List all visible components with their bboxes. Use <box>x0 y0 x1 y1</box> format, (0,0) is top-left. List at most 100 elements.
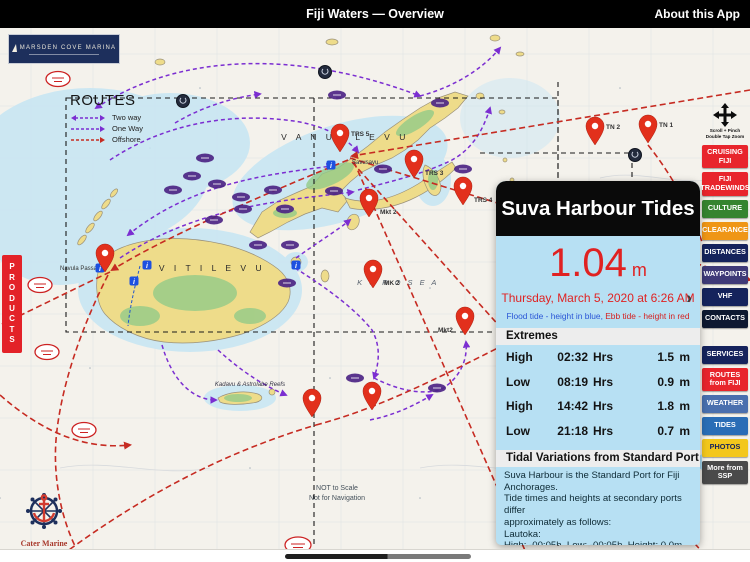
sidebar-button-distances[interactable]: DISTANCES <box>702 244 748 262</box>
legend-label: Offshore <box>112 135 141 144</box>
map-pin <box>303 389 321 417</box>
sidebar-menu: Scroll + Pinch Double Tap Zoom CRUISING … <box>702 102 748 484</box>
products-letter: T <box>10 325 15 335</box>
extreme-hrs-label: Hrs <box>593 375 613 389</box>
about-this-app-button[interactable]: About this App <box>654 7 740 21</box>
zoom-hint-line2: Double Tap Zoom <box>706 134 744 140</box>
svg-text:TRS 4: TRS 4 <box>474 197 493 204</box>
sidebar-button-tides[interactable]: TIDES <box>702 417 748 435</box>
svg-text:Mkt 2: Mkt 2 <box>380 209 397 216</box>
extreme-type: Low <box>506 375 550 389</box>
two-way-arrow-icon <box>70 114 106 122</box>
extreme-type: High <box>506 350 550 364</box>
legend-label: One Way <box>112 124 143 133</box>
map-pin: TRS 4 <box>454 177 493 205</box>
map-pin: Mkt2 <box>438 307 474 335</box>
map-pin: TN 2 <box>586 117 620 145</box>
extreme-row: Low08:19Hrs0.9m <box>496 370 700 395</box>
chevron-right-icon[interactable]: › <box>686 288 692 308</box>
svg-text:Mkt2: Mkt2 <box>438 327 453 334</box>
products-letter: U <box>9 304 15 314</box>
one-way-arrow-icon <box>70 125 106 133</box>
marina-name: MARSDEN COVE MARINA <box>20 45 116 51</box>
page-title: Fiji Waters — Overview <box>306 7 444 21</box>
top-nav-bar: Fiji Waters — Overview About this App <box>0 0 750 28</box>
sidebar-button-cruising-fiji[interactable]: CRUISING FIJI <box>702 145 748 168</box>
sidebar-button-routes-from-fiji[interactable]: ROUTES from FIJI <box>702 368 748 391</box>
variations-section-header: Tidal Variations from Standard Port <box>496 450 700 467</box>
home-indicator[interactable] <box>285 554 471 559</box>
map-pin <box>363 382 381 410</box>
flood-tide-legend: Flood tide - height in blue <box>507 311 601 321</box>
extremes-table: High02:32Hrs1.5m Low08:19Hrs0.9m High14:… <box>496 345 700 443</box>
variations-line: Lautoka: <box>504 529 692 541</box>
ebb-tide-legend: Ebb tide - height in red <box>605 311 689 321</box>
extreme-unit: m <box>674 424 690 438</box>
extreme-unit: m <box>674 375 690 389</box>
extremes-section-header: Extremes <box>496 328 700 345</box>
extreme-time: 21:18 <box>550 424 588 438</box>
tide-datetime-row[interactable]: Thursday, March 5, 2020 at 6:26 AM › <box>496 291 700 305</box>
legend-item-two-way: Two way <box>70 112 143 123</box>
variations-line: Tide times and heights at secondary port… <box>504 493 692 516</box>
extreme-time: 02:32 <box>550 350 588 364</box>
offshore-arrow-icon <box>70 136 106 144</box>
label-savusavu: Savusavu <box>352 160 378 166</box>
pan-arrows-icon <box>712 102 738 128</box>
extreme-hrs-label: Hrs <box>593 399 613 413</box>
extreme-row: Low21:18Hrs0.7m <box>496 419 700 444</box>
legend-title: ROUTES <box>70 92 143 109</box>
extreme-unit: m <box>674 350 690 364</box>
extreme-type: Low <box>506 424 550 438</box>
legend-item-one-way: One Way <box>70 123 143 134</box>
extreme-type: High <box>506 399 550 413</box>
routes-legend: ROUTES Two way One Way Offshore <box>70 92 143 145</box>
extreme-height: 0.9 <box>657 375 674 389</box>
tide-height-value: 1.04 <box>549 241 627 285</box>
extreme-height: 1.5 <box>657 350 674 364</box>
sidebar-button-weather[interactable]: WEATHER <box>702 395 748 413</box>
extreme-height: 1.8 <box>657 399 674 413</box>
extreme-row: High14:42 Hrs 1.8m <box>496 394 700 419</box>
products-letter: S <box>9 335 14 345</box>
sidebar-button-contacts[interactable]: CONTACTS <box>702 310 748 328</box>
products-tab[interactable]: P R O D U C T S <box>2 255 22 353</box>
cater-marine-label: Cater Marine <box>12 539 76 548</box>
legend-item-offshore: Offshore <box>70 134 143 145</box>
variations-line: approximately as follows: <box>504 517 692 529</box>
tide-height-readout: 1.04m <box>496 242 700 284</box>
svg-text:TN 1: TN 1 <box>659 122 673 129</box>
tides-panel-title: Suva Harbour Tides <box>501 197 694 221</box>
variations-line: High: -00:05h, Low: -00:05h, Height: 0.0… <box>504 540 692 545</box>
cater-marine-logo[interactable]: Cater Marine <box>12 490 76 548</box>
zoom-hint: Scroll + Pinch Double Tap Zoom <box>702 102 748 139</box>
sidebar-button-culture[interactable]: CULTURE <box>702 200 748 218</box>
extreme-unit: m <box>674 399 690 413</box>
products-letter: P <box>9 262 14 272</box>
marina-banner-logo[interactable]: MARSDEN COVE MARINA <box>8 34 120 64</box>
tidal-variations-text: Suva Harbour is the Standard Port for Fi… <box>496 467 700 545</box>
sidebar-button-more-from-ssp[interactable]: More from SSP <box>702 461 748 484</box>
app-window: Fiji Waters — Overview About this App <box>0 0 750 562</box>
products-letter: R <box>9 273 15 283</box>
products-letter: D <box>9 294 15 304</box>
sidebar-button-fiji-tradewinds[interactable]: FIJI TRADEWINDS <box>702 172 748 195</box>
svg-text:TN 2: TN 2 <box>606 124 620 131</box>
svg-text:TRS 3: TRS 3 <box>425 170 444 177</box>
sidebar-button-clearance[interactable]: CLEARANCE <box>702 222 748 240</box>
sailboat-icon <box>12 44 17 52</box>
tide-color-legend: Flood tide - height in blue, Ebb tide - … <box>496 311 700 321</box>
sidebar-button-vhf[interactable]: VHF <box>702 288 748 306</box>
extreme-hrs-label: Hrs <box>593 350 613 364</box>
sidebar-button-photos[interactable]: PHOTOS <box>702 439 748 457</box>
products-letter: C <box>9 314 15 324</box>
extreme-height: 0.7 <box>657 424 674 438</box>
svg-text:TRS 5: TRS 5 <box>351 131 370 138</box>
sidebar-button-services[interactable]: SERVICES <box>702 346 748 364</box>
legend-label: Two way <box>112 113 141 122</box>
sidebar-button-waypoints[interactable]: WAYPOINTS <box>702 266 748 284</box>
tides-panel-header: Suva Harbour Tides <box>496 181 700 236</box>
svg-text:MK 2: MK 2 <box>384 280 400 287</box>
products-letter: O <box>9 283 15 293</box>
extreme-time: 14:42 <box>550 399 588 413</box>
